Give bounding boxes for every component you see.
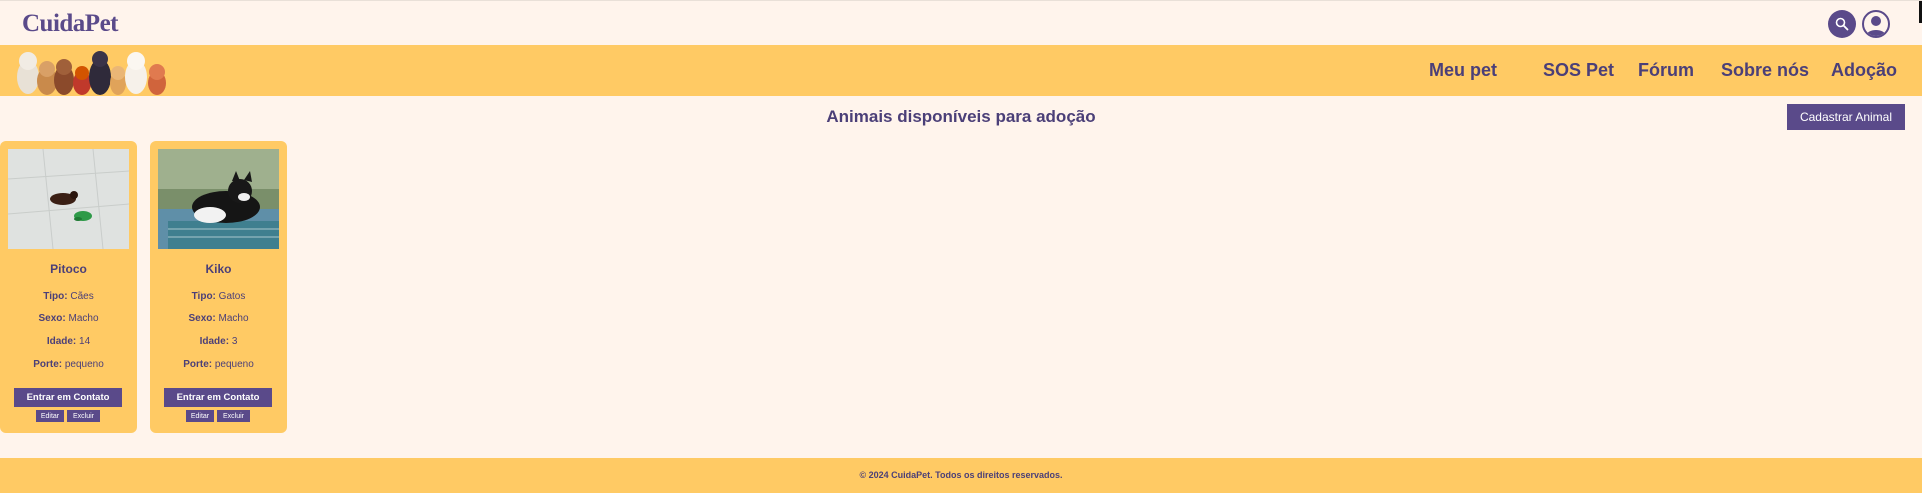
- animal-size: Porte: pequeno: [33, 359, 104, 370]
- search-icon: [1835, 17, 1849, 31]
- footer-copyright: © 2024 CuidaPet. Todos os direitos reser…: [859, 470, 1063, 480]
- logo[interactable]: CuidaPet: [22, 10, 119, 38]
- animal-photo: [158, 149, 279, 249]
- animal-sex: Sexo: Macho: [188, 313, 249, 324]
- animal-sex: Sexo: Macho: [38, 313, 99, 324]
- animal-card: Kiko Tipo: Gatos Sexo: Macho Idade: 3 Po…: [150, 141, 287, 433]
- animal-type: Tipo: Gatos: [191, 291, 246, 302]
- delete-button[interactable]: Excluir: [67, 410, 100, 422]
- nav-bar: Meu pet SOS Pet Fórum Sobre nós Adoção: [0, 45, 1922, 96]
- animal-name: Pitoco: [50, 262, 87, 276]
- nav-item-meu-pet[interactable]: Meu pet: [1429, 60, 1497, 81]
- delete-button[interactable]: Excluir: [217, 410, 250, 422]
- animal-age: Idade: 3: [199, 336, 238, 347]
- top-bar: CuidaPet: [0, 0, 1922, 45]
- edit-button[interactable]: Editar: [186, 410, 214, 422]
- user-profile-button[interactable]: [1862, 10, 1890, 38]
- animal-card: Pitoco Tipo: Cães Sexo: Macho Idade: 14 …: [0, 141, 137, 433]
- nav-item-forum[interactable]: Fórum: [1638, 60, 1694, 81]
- animal-age: Idade: 14: [46, 336, 91, 347]
- footer: © 2024 CuidaPet. Todos os direitos reser…: [0, 458, 1922, 493]
- contact-button[interactable]: Entrar em Contato: [164, 388, 272, 407]
- animal-name: Kiko: [205, 262, 232, 276]
- animal-size: Porte: pequeno: [183, 359, 254, 370]
- search-button[interactable]: [1828, 10, 1856, 38]
- page-title: Animais disponíveis para adoção: [826, 107, 1096, 126]
- add-animal-button[interactable]: Cadastrar Animal: [1787, 104, 1905, 130]
- user-icon: [1866, 16, 1886, 36]
- animal-photo: [8, 149, 129, 249]
- nav-item-adocao[interactable]: Adoção: [1831, 60, 1897, 81]
- nav-item-sobre-nos[interactable]: Sobre nós: [1721, 60, 1809, 81]
- animal-type: Tipo: Cães: [43, 291, 94, 302]
- pets-banner-illustration: [17, 51, 166, 95]
- contact-button[interactable]: Entrar em Contato: [14, 388, 122, 407]
- nav-item-sos-pet[interactable]: SOS Pet: [1543, 60, 1614, 81]
- edit-button[interactable]: Editar: [36, 410, 64, 422]
